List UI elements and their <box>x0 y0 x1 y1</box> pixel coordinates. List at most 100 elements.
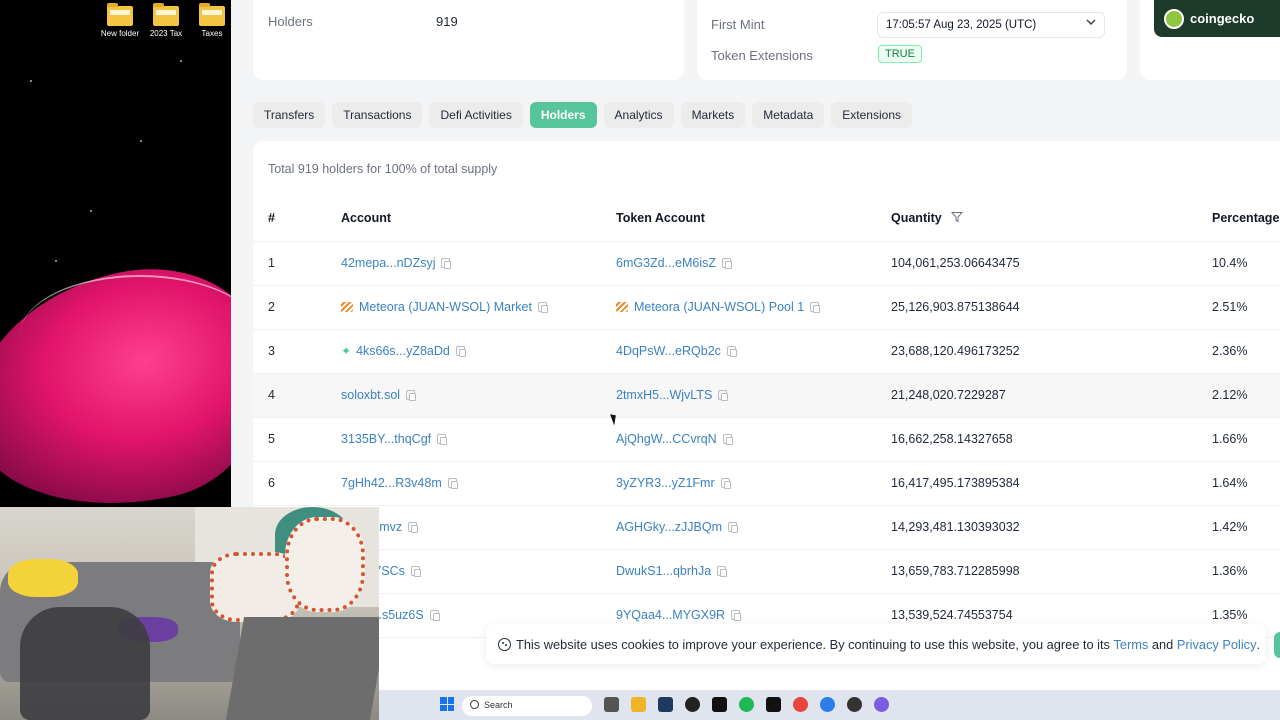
capcut-icon[interactable] <box>712 697 727 712</box>
file-explorer-icon[interactable] <box>631 697 646 712</box>
quantity-cell-text: 16,417,495.173895384 <box>891 476 1020 490</box>
spotify-icon[interactable] <box>739 697 754 712</box>
percentage-cell: 1.42% <box>1212 520 1247 534</box>
tab-analytics[interactable]: Analytics <box>603 102 674 128</box>
cookie-banner: This website uses cookies to improve you… <box>486 624 1266 664</box>
privacy-policy-link[interactable]: Privacy Policy <box>1177 637 1257 652</box>
copy-icon[interactable] <box>731 610 742 621</box>
first-mint-value: 17:05:57 Aug 23, 2025 (UTC) <box>886 19 1037 31</box>
desktop-icon-2023-tax[interactable]: 2023 Tax <box>143 3 189 38</box>
star <box>180 60 182 62</box>
token-account-link[interactable]: AjQhgW...CCvrqN <box>616 432 733 446</box>
task-view-icon[interactable] <box>604 697 619 712</box>
account-link-text[interactable]: soloxbt.sol <box>341 388 400 402</box>
copy-icon[interactable] <box>537 302 548 313</box>
token-account-link-text[interactable]: 3yZYR3...yZ1Fmr <box>616 476 715 490</box>
folder-icon <box>107 3 133 26</box>
token-account-link[interactable]: AGHGky...zJJBQm <box>616 520 739 534</box>
account-link[interactable]: soloxbt.sol <box>341 388 417 402</box>
copy-icon[interactable] <box>406 390 417 401</box>
token-account-link-text[interactable]: 9YQaa4...MYGX9R <box>616 608 725 622</box>
copy-icon[interactable] <box>722 258 733 269</box>
copy-icon[interactable] <box>437 434 448 445</box>
token-account-link[interactable]: 6mG3Zd...eM6isZ <box>616 256 733 270</box>
taskbar-search[interactable]: Search <box>462 696 592 716</box>
token-account-link-text[interactable]: Meteora (JUAN-WSOL) Pool 1 <box>634 300 804 314</box>
token-account-link[interactable]: 3yZYR3...yZ1Fmr <box>616 476 731 490</box>
account-link[interactable]: 7gHh42...R3v48m <box>341 476 458 490</box>
table-row: 5 3135BY...thqCgf AjQhgW...CCvrqN 16,662,25… <box>253 417 1280 461</box>
percentage-cell-text: 2.36% <box>1212 344 1248 358</box>
account-link[interactable]: ✦ 4ks66s...yZ8aDd <box>341 344 466 358</box>
token-account-link-text[interactable]: 4DqPsW...eRQb2c <box>616 344 721 358</box>
app-icon[interactable] <box>685 697 700 712</box>
copy-icon[interactable] <box>441 258 452 269</box>
app-icon[interactable] <box>874 697 889 712</box>
copy-icon[interactable] <box>728 522 739 533</box>
quantity-cell: 104,061,253.06643475 <box>891 256 1020 270</box>
tab-holders[interactable]: Holders <box>529 102 597 128</box>
tiktok-icon[interactable] <box>766 697 781 712</box>
windows-start-icon[interactable] <box>440 697 454 711</box>
token-account-link-text[interactable]: AjQhgW...CCvrqN <box>616 432 717 446</box>
webcam-chair <box>20 607 150 720</box>
quantity-cell-text: 23,688,120.496173252 <box>891 344 1020 358</box>
quantity-cell: 16,662,258.14327658 <box>891 432 1013 446</box>
account-link[interactable]: 3135BY...thqCgf <box>341 432 448 446</box>
quantity-cell-text: 13,659,783.712285998 <box>891 564 1020 578</box>
copy-icon[interactable] <box>717 566 728 577</box>
token-account-link[interactable]: 9YQaa4...MYGX9R <box>616 608 742 622</box>
filter-icon[interactable] <box>951 211 964 226</box>
account-link[interactable]: Meteora (JUAN-WSOL) Market <box>341 300 548 314</box>
tab-extensions[interactable]: Extensions <box>831 102 912 128</box>
token-account-link[interactable]: Meteora (JUAN-WSOL) Pool 1 <box>616 300 821 314</box>
cookie-end-text: . <box>1256 636 1261 652</box>
cookie-accept-button[interactable] <box>1274 632 1280 658</box>
tab-transactions[interactable]: Transactions <box>332 102 423 128</box>
account-link-text[interactable]: 4ks66s...yZ8aDd <box>356 344 450 358</box>
percentage-cell: 1.36% <box>1212 564 1247 578</box>
token-account-link-text[interactable]: AGHGky...zJJBQm <box>616 520 722 534</box>
rank-cell-text: 5 <box>268 432 275 446</box>
app-icon[interactable] <box>658 697 673 712</box>
token-account-link-text[interactable]: 6mG3Zd...eM6isZ <box>616 256 716 270</box>
folder-icon <box>153 3 179 26</box>
copy-icon[interactable] <box>447 478 458 489</box>
token-account-link[interactable]: 2tmxH5...WjvLTS <box>616 388 729 402</box>
copy-icon[interactable] <box>455 346 466 357</box>
chrome-icon[interactable] <box>793 697 808 712</box>
copy-icon[interactable] <box>720 478 731 489</box>
percentage-cell: 10.4% <box>1212 256 1247 270</box>
tab-transfers[interactable]: Transfers <box>253 102 326 128</box>
tab-defi-activities[interactable]: Defi Activities <box>429 102 523 128</box>
account-link-text[interactable]: Meteora (JUAN-WSOL) Market <box>359 300 532 314</box>
first-mint-select[interactable]: 17:05:57 Aug 23, 2025 (UTC) <box>877 12 1105 38</box>
account-link[interactable]: 42mepa...nDZsyj <box>341 256 452 270</box>
account-link-text[interactable]: 42mepa...nDZsyj <box>341 256 435 270</box>
copy-icon[interactable] <box>429 610 440 621</box>
app-icon[interactable] <box>820 697 835 712</box>
app-icon[interactable] <box>847 697 862 712</box>
account-link-text[interactable]: 3135BY...thqCgf <box>341 432 431 446</box>
copy-icon[interactable] <box>408 522 419 533</box>
percentage-cell-text: 1.35% <box>1212 608 1248 622</box>
token-account-link-text[interactable]: 2tmxH5...WjvLTS <box>616 388 712 402</box>
copy-icon[interactable] <box>722 434 733 445</box>
account-link-text[interactable]: 7gHh42...R3v48m <box>341 476 442 490</box>
desktop-icon-new-folder[interactable]: New folder <box>97 3 143 38</box>
token-account-link[interactable]: 4DqPsW...eRQb2c <box>616 344 737 358</box>
terms-link[interactable]: Terms <box>1114 637 1149 652</box>
holders-label: Holders <box>268 14 313 29</box>
tab-markets[interactable]: Markets <box>680 102 746 128</box>
copy-icon[interactable] <box>718 390 729 401</box>
tab-metadata[interactable]: Metadata <box>752 102 825 128</box>
coingecko-banner[interactable]: coingecko <box>1154 0 1280 37</box>
copy-icon[interactable] <box>810 302 821 313</box>
rank-cell: 4 <box>268 388 275 402</box>
copy-icon[interactable] <box>410 566 421 577</box>
token-account-link[interactable]: DwukS1...qbrhJa <box>616 564 728 578</box>
copy-icon[interactable] <box>726 346 737 357</box>
percentage-cell-text: 1.36% <box>1212 564 1248 578</box>
token-account-link-text[interactable]: DwukS1...qbrhJa <box>616 564 711 578</box>
desktop-icon-taxes[interactable]: Taxes <box>189 3 231 38</box>
